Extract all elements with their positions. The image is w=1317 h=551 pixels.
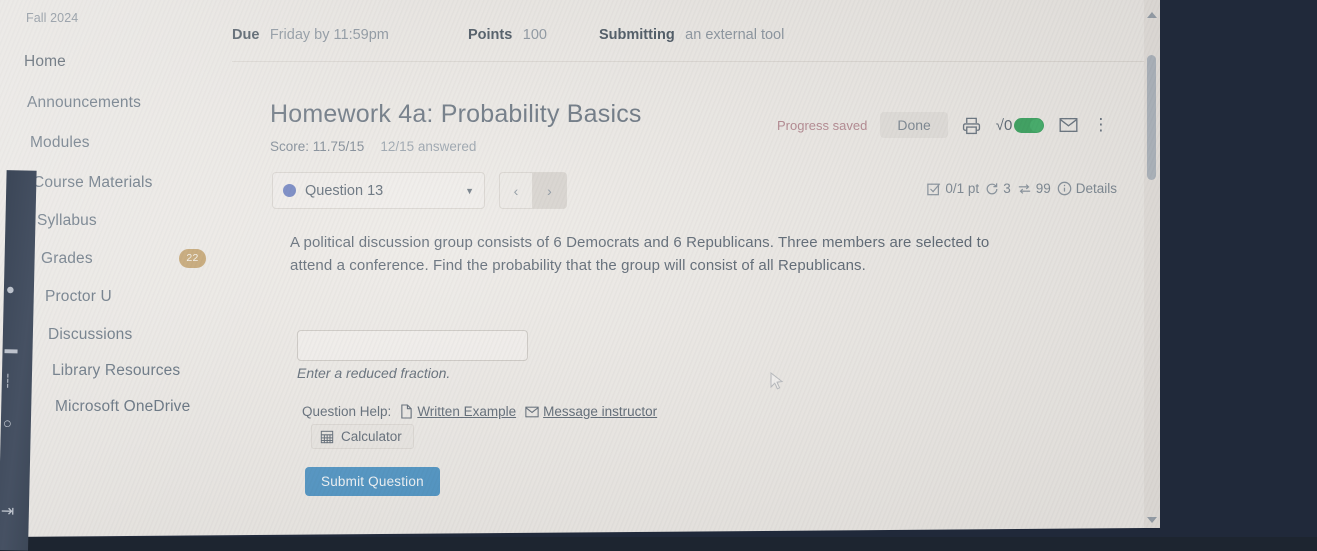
due-group: Due Friday by 11:59pm bbox=[232, 26, 389, 44]
calendar-icon[interactable]: ┆ bbox=[4, 373, 12, 388]
expand-arrow-icon[interactable]: ⇥ bbox=[1, 503, 15, 520]
page-title: Homework 4a: Probability Basics bbox=[270, 100, 642, 128]
sidebar-item-announcements[interactable]: Announcements bbox=[27, 94, 141, 112]
points-group: Points 100 bbox=[468, 26, 547, 44]
message-instructor-label: Message instructor bbox=[543, 404, 658, 419]
done-button[interactable]: Done bbox=[880, 112, 948, 138]
info-icon bbox=[1057, 181, 1072, 196]
question-text: A political discussion group consists of… bbox=[290, 234, 990, 274]
details-label: Details bbox=[1075, 181, 1117, 196]
versions-count: 99 bbox=[1035, 181, 1051, 196]
points-value: 100 bbox=[522, 27, 547, 43]
dashboard-icon[interactable]: ● bbox=[6, 281, 15, 298]
written-example-label: Written Example bbox=[417, 404, 517, 419]
sidebar-item-discussions[interactable]: Discussions bbox=[48, 326, 132, 344]
checkbox-icon bbox=[927, 182, 941, 196]
question-help-label: Question Help: bbox=[302, 404, 392, 419]
score-value: Score: 11.75/15 bbox=[270, 139, 365, 154]
previous-question-button[interactable]: ‹ bbox=[499, 172, 533, 209]
details-link[interactable]: Details bbox=[1057, 181, 1117, 196]
question-help-row: Question Help: Written Example Message i… bbox=[302, 404, 657, 419]
shuffle-icon bbox=[1017, 182, 1032, 196]
screen-area: Fall 2024 Home Announcements Modules Cou… bbox=[0, 0, 1160, 537]
sidebar-item-microsoft-onedrive[interactable]: Microsoft OneDrive bbox=[55, 398, 190, 416]
answered-count: 12/15 answered bbox=[380, 139, 477, 154]
versions-status: 99 bbox=[1017, 181, 1051, 196]
points-status: 0/1 pt bbox=[927, 181, 979, 196]
answer-hint: Enter a reduced fraction. bbox=[297, 365, 451, 381]
question-status-row: 0/1 pt 3 99 Details bbox=[927, 181, 1117, 196]
retry-icon bbox=[985, 182, 999, 196]
vertical-scrollbar[interactable] bbox=[1144, 0, 1160, 537]
sidebar-item-proctor-u[interactable]: Proctor U bbox=[45, 288, 112, 306]
envelope-icon[interactable] bbox=[1057, 114, 1079, 136]
assignment-meta-bar: Due Friday by 11:59pm Points 100 Submitt… bbox=[232, 20, 1160, 62]
message-instructor-link[interactable]: Message instructor bbox=[525, 404, 657, 419]
printer-icon[interactable] bbox=[961, 114, 983, 136]
written-example-link[interactable]: Written Example bbox=[400, 404, 516, 419]
calculator-label: Calculator bbox=[341, 429, 402, 444]
grades-unread-badge: 22 bbox=[179, 249, 206, 268]
courses-icon[interactable]: ▬ bbox=[4, 341, 17, 356]
submitting-group: Submitting an external tool bbox=[599, 26, 784, 44]
quiz-actions: Progress saved Done √0 ⋮ bbox=[777, 112, 1109, 138]
math-input-toggle[interactable]: √0 bbox=[996, 117, 1045, 134]
calculator-button[interactable]: Calculator bbox=[311, 424, 414, 449]
progress-saved-status: Progress saved bbox=[777, 117, 868, 133]
sidebar-item-syllabus[interactable]: Syllabus bbox=[37, 212, 97, 230]
sidebar-item-library-resources[interactable]: Library Resources bbox=[52, 362, 180, 380]
inbox-icon[interactable]: ○ bbox=[3, 415, 12, 432]
score-line: Score: 11.75/15 12/15 answered bbox=[270, 139, 476, 154]
sidebar-item-grades[interactable]: Grades bbox=[41, 250, 93, 268]
next-question-button[interactable]: › bbox=[533, 172, 567, 209]
question-status-dot bbox=[283, 184, 296, 197]
sidebar-item-modules[interactable]: Modules bbox=[30, 134, 90, 152]
scrollbar-thumb[interactable] bbox=[1147, 55, 1156, 181]
question-navigation-row: Question 13 ▼ ‹ › 0/1 pt 3 99 Details bbox=[272, 172, 1152, 212]
main-content: Due Friday by 11:59pm Points 100 Submitt… bbox=[232, 0, 1160, 537]
calculator-icon bbox=[320, 430, 334, 444]
term-label: Fall 2024 bbox=[26, 11, 79, 25]
points-label: Points bbox=[468, 27, 513, 43]
sqrt-icon: √0 bbox=[995, 116, 1013, 134]
question-select[interactable]: Question 13 ▼ bbox=[272, 172, 485, 209]
answer-input[interactable] bbox=[297, 330, 528, 361]
points-status-text: 0/1 pt bbox=[945, 181, 980, 196]
submitting-label: Submitting bbox=[599, 27, 675, 43]
sidebar-item-course-materials[interactable]: Course Materials bbox=[33, 174, 153, 192]
submitting-value: an external tool bbox=[685, 27, 785, 43]
envelope-icon bbox=[525, 406, 539, 418]
submit-question-button[interactable]: Submit Question bbox=[305, 467, 440, 496]
attempts-count: 3 bbox=[1003, 181, 1011, 196]
photo-frame: Fall 2024 Home Announcements Modules Cou… bbox=[0, 0, 1317, 551]
toggle-switch[interactable] bbox=[1014, 117, 1045, 133]
due-value: Friday by 11:59pm bbox=[269, 27, 389, 43]
course-navigation-sidebar: Fall 2024 Home Announcements Modules Cou… bbox=[0, 0, 232, 537]
chevron-down-icon: ▼ bbox=[465, 185, 474, 196]
due-label: Due bbox=[232, 27, 260, 43]
question-select-label: Question 13 bbox=[305, 182, 384, 199]
more-options-icon[interactable]: ⋮ bbox=[1092, 115, 1109, 134]
scroll-down-arrow-icon[interactable] bbox=[1147, 517, 1157, 523]
document-icon bbox=[400, 404, 413, 419]
sidebar-item-home[interactable]: Home bbox=[24, 53, 66, 71]
scroll-up-arrow-icon[interactable] bbox=[1147, 11, 1157, 18]
attempts-status: 3 bbox=[985, 181, 1011, 196]
